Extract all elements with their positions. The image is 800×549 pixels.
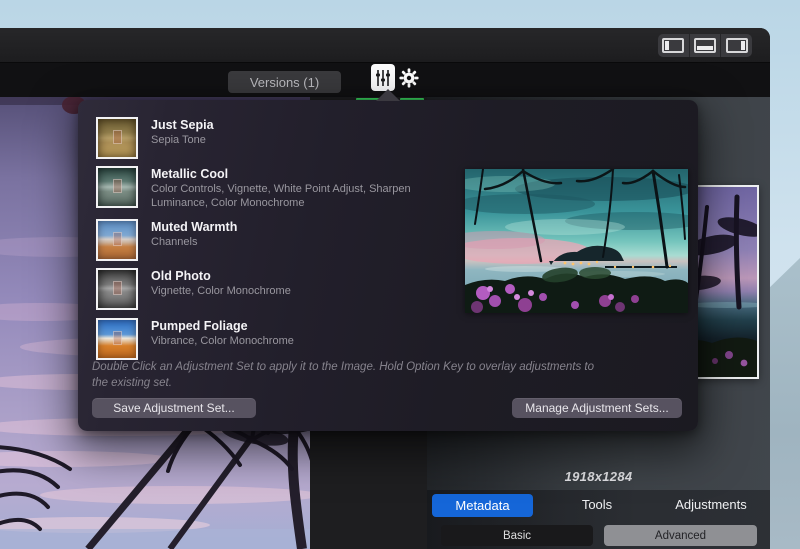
preset-title: Just Sepia [151, 118, 214, 133]
preset-title: Old Photo [151, 269, 291, 284]
toggle-right-panel-button[interactable] [721, 34, 752, 57]
gear-icon [399, 68, 419, 88]
preset-preview-image [465, 169, 688, 313]
toggle-left-panel-button[interactable] [658, 34, 690, 57]
settings-button[interactable] [399, 68, 419, 88]
preset-description: Vibrance, Color Monochrome [151, 335, 294, 349]
preset-thumbnail [96, 318, 138, 360]
toggle-bottom-panel-button[interactable] [690, 34, 722, 57]
tab-adjustments[interactable]: Adjustments [656, 497, 766, 512]
preset-thumbnail [96, 166, 138, 208]
preset-thumbnail [96, 219, 138, 261]
tab-metadata[interactable]: Metadata [432, 494, 533, 517]
adjustment-set-item[interactable]: Metallic Cool Color Controls, Vignette, … [96, 166, 476, 210]
adjustment-set-item[interactable]: Muted Warmth Channels [96, 219, 476, 261]
preset-title: Metallic Cool [151, 167, 411, 182]
adjustment-set-item[interactable]: Just Sepia Sepia Tone [96, 117, 476, 159]
versions-button[interactable]: Versions (1) [228, 71, 341, 93]
adjustment-sets-popover: Just Sepia Sepia Tone Metallic Cool Colo… [78, 100, 698, 431]
adjustment-sets-button[interactable] [371, 64, 395, 91]
preset-description: Sepia Tone [151, 134, 214, 148]
screen: { "colors": { "accent_blue": "#1566d8", … [0, 0, 800, 549]
panel-right-icon [726, 38, 748, 53]
basic-button[interactable]: Basic [441, 525, 593, 546]
advanced-button[interactable]: Advanced [604, 525, 757, 546]
preset-description: Color Controls, Vignette, White Point Ad… [151, 183, 411, 210]
preset-description: Vignette, Color Monochrome [151, 285, 291, 299]
adjustment-set-item[interactable]: Pumped Foliage Vibrance, Color Monochrom… [96, 318, 476, 360]
sliders-icon [375, 69, 391, 87]
wallpaper-mountain [770, 258, 800, 549]
popover-arrow [376, 89, 400, 101]
tab-tools[interactable]: Tools [542, 497, 652, 512]
popover-hint-text: Double Click an Adjustment Set to apply … [92, 359, 652, 391]
adjustment-set-item[interactable]: Old Photo Vignette, Color Monochrome [96, 268, 476, 310]
preset-title: Pumped Foliage [151, 319, 294, 334]
manage-adjustment-sets-button[interactable]: Manage Adjustment Sets... [512, 398, 682, 418]
preset-title: Muted Warmth [151, 220, 237, 235]
titlebar [0, 28, 770, 63]
save-adjustment-set-button[interactable]: Save Adjustment Set... [92, 398, 256, 418]
preset-description: Channels [151, 236, 237, 250]
preset-thumbnail [96, 268, 138, 310]
preset-thumbnail [96, 117, 138, 159]
panel-bottom-icon [694, 38, 716, 53]
layout-segmented-control [658, 34, 752, 57]
panel-left-icon [662, 38, 684, 53]
image-dimensions-label: 1918x1284 [427, 469, 770, 484]
app-window: Versions (1) [0, 28, 770, 549]
